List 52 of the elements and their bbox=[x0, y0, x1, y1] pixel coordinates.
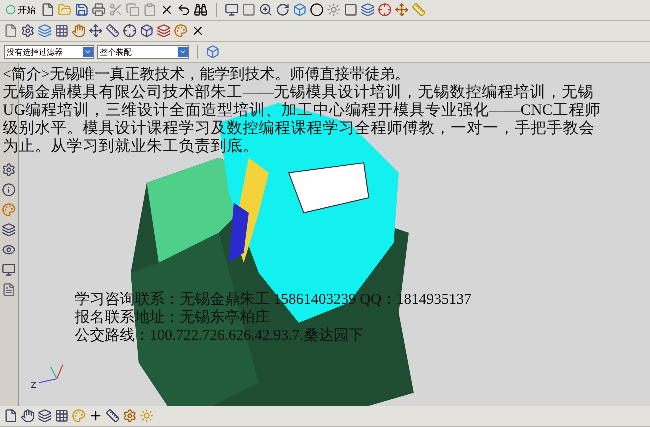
crosshair-icon[interactable] bbox=[378, 3, 392, 17]
settings-icon[interactable] bbox=[21, 24, 35, 38]
chevron-down-icon bbox=[179, 48, 187, 56]
layers-icon[interactable] bbox=[157, 24, 171, 38]
square-icon[interactable] bbox=[344, 3, 358, 17]
ruler-icon[interactable] bbox=[106, 24, 120, 38]
grid-icon[interactable] bbox=[55, 409, 69, 423]
rotate-icon[interactable] bbox=[276, 3, 290, 17]
move-icon[interactable] bbox=[89, 24, 103, 38]
clipboard-icon[interactable] bbox=[143, 3, 157, 17]
binoculars-icon[interactable] bbox=[194, 3, 208, 17]
save-icon[interactable] bbox=[75, 3, 89, 17]
move-icon[interactable] bbox=[395, 3, 409, 17]
close-icon[interactable] bbox=[160, 3, 174, 17]
monitor-icon[interactable] bbox=[225, 3, 239, 17]
file-icon[interactable] bbox=[4, 409, 18, 423]
crosshair-icon[interactable] bbox=[123, 24, 137, 38]
circle-icon[interactable] bbox=[310, 3, 324, 17]
axis-label: Z bbox=[31, 381, 36, 390]
layers-icon[interactable] bbox=[38, 24, 52, 38]
hand-icon[interactable] bbox=[21, 409, 35, 423]
undo-icon[interactable] bbox=[177, 3, 191, 17]
contact-line: 报名联系地址：无锡东亭柏庄 bbox=[75, 309, 271, 327]
contact-line: 公交路线：100.722.726.626.42.93.7.桑达园下 bbox=[75, 327, 365, 345]
settings-icon[interactable] bbox=[123, 409, 137, 423]
plus-icon[interactable] bbox=[89, 409, 103, 423]
layers-icon[interactable] bbox=[2, 223, 16, 237]
filter-dropdown[interactable]: 整个装配 bbox=[97, 45, 189, 59]
grid-icon[interactable] bbox=[55, 24, 69, 38]
cube-icon[interactable] bbox=[140, 24, 154, 38]
printer-icon[interactable] bbox=[92, 3, 106, 17]
circle-icon bbox=[6, 5, 16, 15]
chevron-down-icon bbox=[84, 48, 92, 56]
layers-icon[interactable] bbox=[38, 409, 52, 423]
info-icon[interactable] bbox=[2, 183, 16, 197]
intro-text: <简介>无锡唯一真正教技术，能学到技术。师傅直接带徒弟。 bbox=[3, 66, 411, 84]
zoom-icon[interactable] bbox=[259, 3, 273, 17]
file-icon[interactable] bbox=[41, 3, 55, 17]
filter-dropdown[interactable]: 没有选择过滤器 bbox=[4, 45, 94, 59]
file-icon[interactable] bbox=[4, 24, 18, 38]
palette-icon[interactable] bbox=[2, 203, 16, 217]
square-icon[interactable] bbox=[242, 3, 256, 17]
ruler-icon[interactable] bbox=[106, 409, 120, 423]
settings-icon[interactable] bbox=[2, 163, 16, 177]
hand-icon[interactable] bbox=[72, 24, 86, 38]
start-menu-button[interactable]: 开始 bbox=[4, 2, 38, 18]
cube-icon[interactable] bbox=[206, 45, 220, 59]
close-icon[interactable] bbox=[191, 24, 205, 38]
layers-icon[interactable] bbox=[361, 3, 375, 17]
monitor-icon[interactable] bbox=[2, 263, 16, 277]
document-icon[interactable] bbox=[2, 283, 16, 297]
eye-icon[interactable] bbox=[2, 243, 16, 257]
